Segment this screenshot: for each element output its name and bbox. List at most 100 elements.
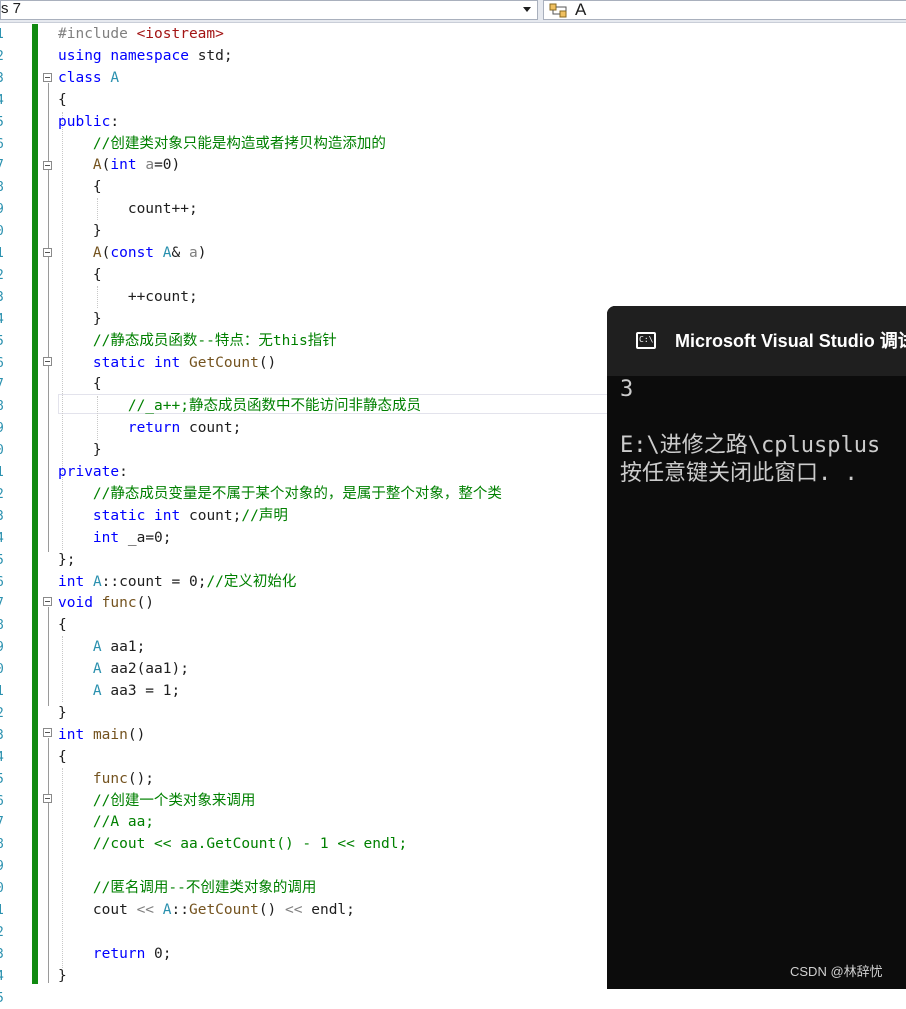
console-title-bar[interactable]: C:\ Microsoft Visual Studio 调试 [607, 306, 906, 376]
fold-toggle-func[interactable] [43, 597, 52, 606]
line-number: 2 [0, 922, 10, 943]
code-line[interactable]: //匿名调用--不创建类对象的调用 [58, 878, 316, 899]
code-line[interactable]: { [58, 747, 67, 768]
code-line[interactable]: } [58, 309, 102, 330]
debug-console-window[interactable]: C:\ Microsoft Visual Studio 调试 3 E:\进修之路\… [607, 306, 906, 989]
code-line[interactable]: int A::count = 0;//定义初始化 [58, 572, 296, 593]
scope-dropdown[interactable]: s 7 [0, 0, 538, 20]
code-line[interactable]: void func() [58, 593, 154, 614]
line-number: 7 [0, 374, 10, 395]
code-line[interactable]: //创建类对象只能是构造或者拷贝构造添加的 [58, 134, 386, 155]
code-token: } [58, 442, 102, 459]
code-token: aa1; [101, 639, 146, 656]
code-token: :: [171, 902, 189, 918]
code-line[interactable]: } [58, 966, 67, 987]
line-number: 2 [0, 46, 10, 67]
code-token: GetCount [188, 354, 259, 371]
code-line[interactable]: A(int a=0) [58, 155, 180, 176]
code-line[interactable]: static int count;//声明 [58, 506, 288, 527]
code-line[interactable]: } [58, 703, 67, 724]
code-line[interactable]: { [58, 374, 102, 395]
code-token: () [258, 354, 277, 371]
code-line[interactable]: //A aa; [58, 812, 154, 833]
code-line[interactable]: private: [58, 462, 128, 483]
code-line[interactable]: func(); [58, 769, 154, 790]
code-line[interactable]: A aa1; [58, 637, 145, 658]
code-token: static [92, 507, 146, 524]
code-token: //静态成员函数--特点：无this指针 [92, 332, 337, 349]
code-line[interactable]: return 0; [58, 944, 172, 965]
code-line[interactable]: }; [58, 550, 75, 571]
fold-toggle-comment-block[interactable] [43, 794, 52, 803]
fold-toggle-constructor[interactable] [43, 161, 52, 170]
line-number: 1 [0, 24, 10, 45]
code-line[interactable]: { [58, 265, 102, 286]
code-line[interactable]: A(const A& a) [58, 243, 207, 264]
code-line[interactable]: A aa3 = 1; [58, 681, 180, 702]
code-token: () [136, 595, 155, 612]
fold-toggle-getcount[interactable] [43, 357, 52, 366]
code-line[interactable]: } [58, 221, 102, 242]
code-line[interactable]: static int GetCount() [58, 353, 276, 374]
scope-dropdown-value: s 7 [1, 0, 22, 17]
fold-toggle-class-A[interactable] [43, 73, 52, 82]
code-token: { [58, 266, 102, 283]
code-line[interactable]: //_a++;静态成员函数中不能访问非静态成员 [58, 396, 421, 417]
code-token: #include [58, 26, 137, 42]
code-line[interactable]: return count; [58, 418, 242, 439]
code-token: main [92, 726, 128, 743]
code-token: GetCount [188, 902, 259, 918]
fold-toggle-main[interactable] [43, 728, 52, 737]
code-line[interactable]: } [58, 440, 102, 461]
member-dropdown[interactable]: A [543, 0, 906, 20]
chevron-down-icon[interactable] [523, 7, 531, 12]
line-number: 0 [0, 221, 10, 242]
code-line[interactable]: { [58, 177, 102, 198]
code-line[interactable]: public: [58, 112, 119, 133]
code-line[interactable]: class A [58, 68, 119, 89]
code-line[interactable]: ++count; [58, 287, 198, 308]
code-token: a [145, 157, 155, 174]
code-editor[interactable]: #include <iostream> using namespace std; c… [40, 24, 613, 989]
code-token: { [58, 179, 102, 196]
watermark: CSDN @林辞忧 [790, 964, 883, 979]
fold-toggle-copy-constructor[interactable] [43, 248, 52, 257]
code-line[interactable]: int _a=0; [58, 528, 172, 549]
code-line[interactable]: //静态成员函数--特点：无this指针 [58, 331, 337, 352]
line-number: 1 [0, 900, 10, 921]
code-line[interactable]: A aa2(aa1); [58, 659, 189, 680]
code-token: A [92, 573, 102, 590]
line-number: 5 [0, 988, 10, 1009]
code-token: A [92, 245, 102, 261]
line-number: 1 [0, 681, 10, 702]
code-token: aa3 = 1; [101, 683, 181, 699]
code-line[interactable]: { [58, 90, 67, 111]
line-number: 9 [0, 199, 10, 220]
code-line[interactable]: //创建一个类对象来调用 [58, 791, 255, 812]
code-token: (); [127, 770, 155, 787]
line-number: 3 [0, 506, 10, 527]
code-line[interactable]: //cout << aa.GetCount() - 1 << endl; [58, 834, 407, 855]
code-token: A [110, 69, 120, 86]
code-line[interactable]: //静态成员变量是不属于某个对象的，是属于整个对象，整个类 [58, 484, 502, 505]
code-token: //静态成员变量是不属于某个对象的，是属于整个对象，整个类 [92, 485, 502, 502]
code-token: () [127, 726, 146, 743]
code-line[interactable]: int main() [58, 725, 145, 746]
code-line[interactable]: { [58, 615, 67, 636]
code-token: count; [180, 507, 242, 524]
code-token: int [154, 354, 181, 371]
code-line[interactable]: count++; [58, 199, 198, 220]
line-number: 8 [0, 177, 10, 198]
code-token: //匿名调用--不创建类对象的调用 [92, 880, 317, 897]
code-line[interactable]: using namespace std; [58, 46, 233, 67]
code-line[interactable]: #include <iostream> [58, 24, 224, 45]
code-token: count++; [58, 201, 198, 218]
code-line[interactable]: cout << A::GetCount() << endl; [58, 900, 355, 921]
code-token: return [127, 420, 181, 437]
